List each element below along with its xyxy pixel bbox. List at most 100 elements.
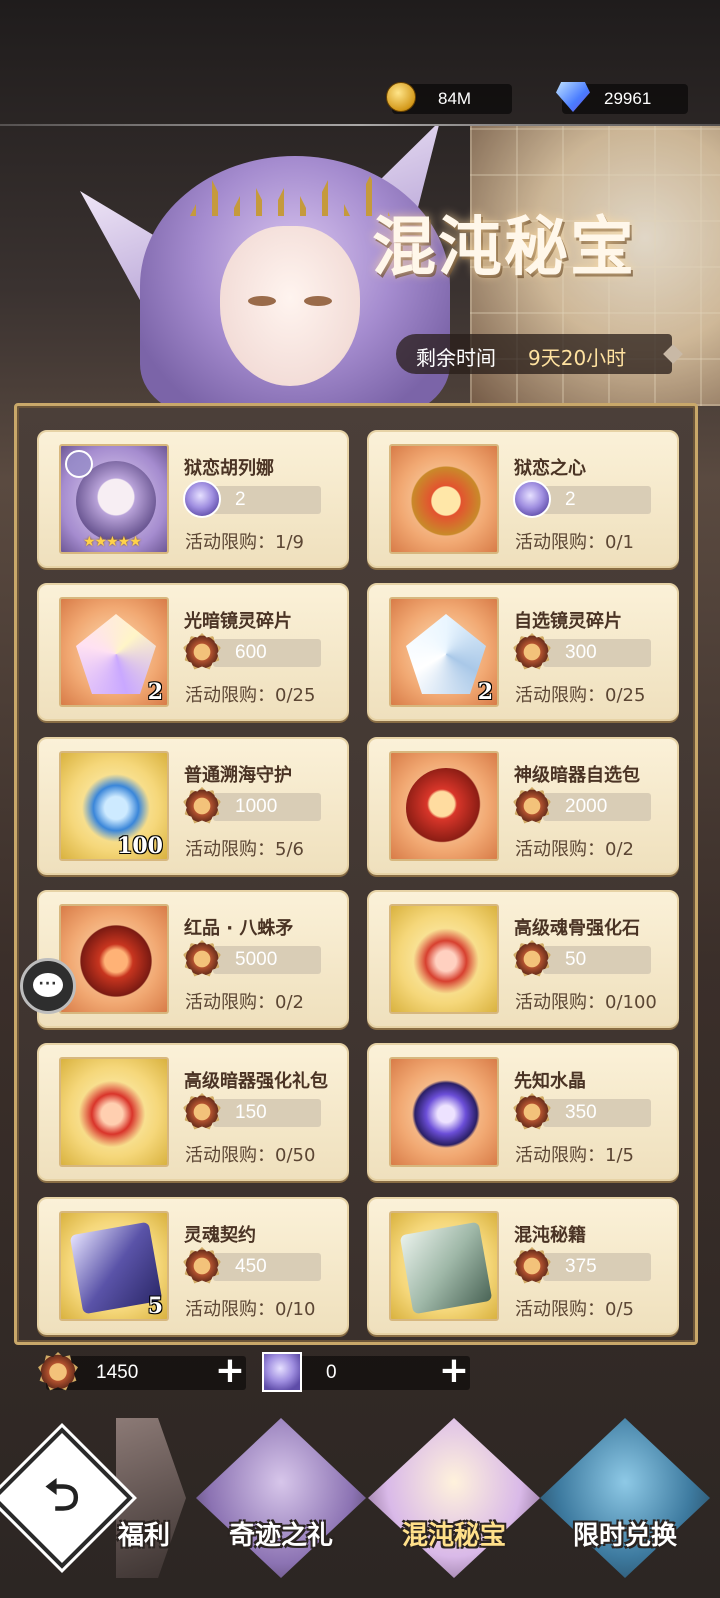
shop-item-card[interactable]: 5 灵魂契约 450 活动限购：0/10 [37,1197,349,1335]
item-name: 红品 · 八蛛矛 [184,918,294,939]
item-name: 自选镜灵碎片 [514,611,622,632]
shop-item-card[interactable]: 红品 · 八蛛矛 5000 活动限购：0/2 [37,890,349,1028]
purchase-limit: 活动限购：0/5 [515,1299,634,1320]
item-icon: 2 [59,597,169,707]
price-value: 1000 [235,796,278,817]
right-eye [304,296,332,306]
back-arrow-icon: ⮌ [44,1470,80,1521]
item-name: 普通溯海守护 [184,765,292,786]
shop-item-card[interactable]: 先知水晶 350 活动限购：1/5 [367,1043,679,1181]
item-icon [389,444,499,554]
price-value: 5000 [235,949,278,970]
price-value: 300 [565,642,597,663]
chat-button[interactable]: ··· [20,958,76,1014]
shop-item-card[interactable]: 高级暗器强化礼包 150 活动限购：0/50 [37,1043,349,1181]
purchase-limit: 活动限购：0/50 [185,1145,316,1166]
soul-orb-icon [262,1352,302,1392]
item-icon [389,751,499,861]
purchase-limit: 活动限购：0/25 [185,685,316,706]
item-art [406,1074,486,1154]
shop-item-card[interactable]: 2 光暗镜灵碎片 600 活动限购：0/25 [37,583,349,721]
tab-chaos-treasure[interactable]: 混沌秘宝 [368,1418,540,1578]
shop-item-card[interactable]: 神级暗器自选包 2000 活动限购：0/2 [367,737,679,875]
medal-value: 1450 [96,1362,139,1383]
item-name: 高级暗器强化礼包 [184,1071,328,1092]
item-name: 高级魂骨强化石 [514,918,640,939]
item-name: 先知水晶 [514,1071,586,1092]
item-quantity: 2 [477,679,493,705]
item-art [76,614,156,694]
item-art [76,921,156,1001]
medal-balance: 1450 + [38,1352,248,1391]
shop-item-card[interactable]: 100 普通溯海守护 1000 活动限购：5/6 [37,737,349,875]
item-icon: 100 [59,751,169,861]
timer-value: 9天20小时 [528,346,627,370]
soul-value: 0 [326,1362,337,1383]
purchase-limit: 活动限购：0/10 [185,1299,316,1320]
item-art [406,461,486,541]
item-icon: ★★★★★ [59,444,169,554]
shop-item-card[interactable]: 狱恋之心 2 活动限购：0/1 [367,430,679,568]
item-price: 2000 [543,793,651,821]
gold-coin-icon [386,82,416,112]
purchase-limit: 活动限购：1/5 [515,1145,634,1166]
shop-item-card[interactable]: ★★★★★ 狱恋胡列娜 2 活动限购：1/9 [37,430,349,568]
medal-token-icon [38,1352,78,1391]
left-eye [248,296,276,306]
item-art [406,768,486,848]
purchase-limit: 活动限购：5/6 [185,839,304,860]
add-soul-button[interactable]: + [436,1353,472,1390]
purchase-limit: 活动限购：1/9 [185,532,304,553]
item-icon [389,1057,499,1167]
price-value: 350 [565,1102,597,1123]
price-value: 2 [565,489,576,510]
purchase-limit: 活动限购：0/2 [185,992,304,1013]
tab-label: 混沌秘宝 [401,1521,506,1551]
soul-balance: 0 + [262,1352,472,1392]
tab-art [196,1418,366,1578]
item-price: 150 [213,1099,321,1127]
item-name: 灵魂契约 [184,1225,256,1246]
price-value: 600 [235,642,267,663]
tab-art [368,1418,540,1578]
item-price: 300 [543,639,651,667]
tab-miracle-gift[interactable]: 奇迹之礼 [196,1418,366,1578]
item-name: 光暗镜灵碎片 [184,611,292,632]
item-icon: 5 [59,1211,169,1321]
tab-label: 福利 [118,1521,171,1551]
timer-label: 剩余时间 [416,346,496,370]
price-value: 375 [565,1256,597,1277]
shop-item-card[interactable]: 高级魂骨强化石 50 活动限购：0/100 [367,890,679,1028]
item-quantity: 2 [147,679,163,705]
gem-display: 29961 [556,82,688,114]
item-price: 2 [543,486,651,514]
purchase-limit: 活动限购：0/2 [515,839,634,860]
soul-orb-icon [513,480,551,518]
rank-badge-icon [65,450,93,478]
item-name: 狱恋之心 [514,458,586,479]
item-price: 350 [543,1099,651,1127]
shop-item-card[interactable]: 混沌秘籍 375 活动限购：0/5 [367,1197,679,1335]
item-name: 神级暗器自选包 [514,765,640,786]
item-icon: 2 [389,597,499,707]
item-icon [389,904,499,1014]
item-price: 375 [543,1253,651,1281]
item-price: 1000 [213,793,321,821]
currency-bar: 84M 29961 [0,82,720,122]
item-art [76,1074,156,1154]
item-icon [59,1057,169,1167]
item-price: 600 [213,639,321,667]
price-value: 2 [235,489,246,510]
remaining-time: 剩余时间 9天20小时 [396,334,683,374]
shop-panel: ★★★★★ 狱恋胡列娜 2 活动限购：1/9 狱恋之心 2 活动限购：0/1 2 光暗镜灵碎片 6… [14,403,698,1345]
item-icon [59,904,169,1014]
price-value: 450 [235,1256,267,1277]
add-medal-button[interactable]: + [212,1353,248,1390]
purchase-limit: 活动限购：0/100 [515,992,657,1013]
tab-limited-exchange[interactable]: 限时兑换 [540,1418,710,1578]
purchase-limit: 活动限购：0/25 [515,685,646,706]
shop-item-card[interactable]: 2 自选镜灵碎片 300 活动限购：0/25 [367,583,679,721]
price-value: 50 [565,949,587,970]
event-banner: 混沌秘宝 剩余时间 9天20小时 [0,126,720,406]
item-price: 2 [213,486,321,514]
